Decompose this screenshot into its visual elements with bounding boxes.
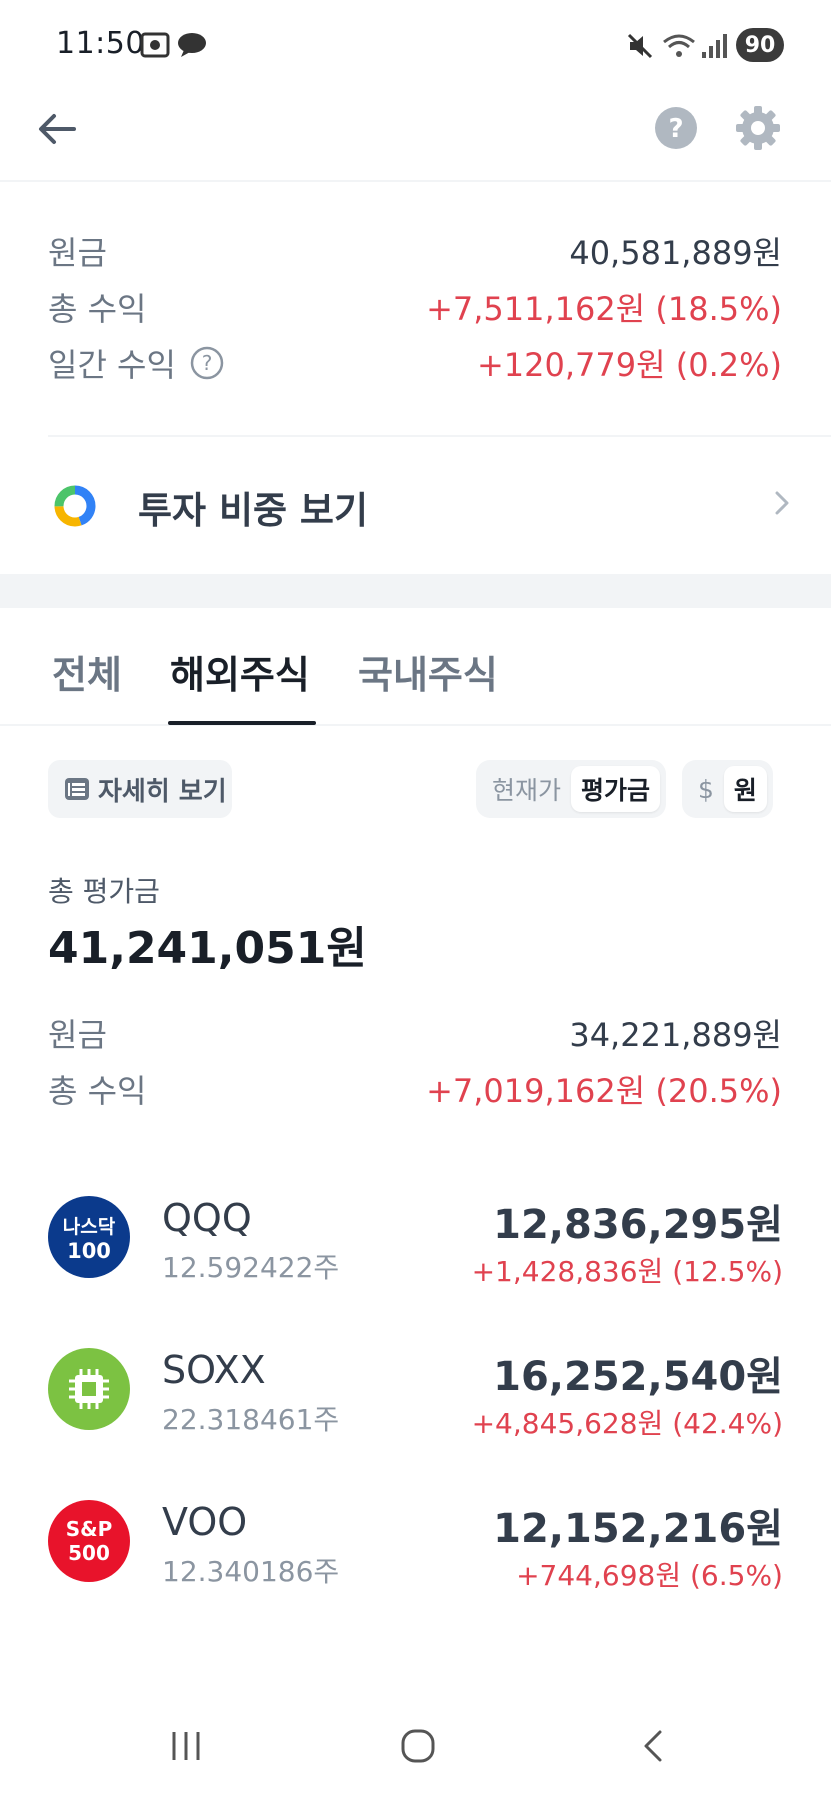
- app-header: ?: [0, 90, 831, 180]
- holding-row-qqq[interactable]: 나스닥 100 QQQ 12.592422주 12,836,295원 +1,42…: [0, 1186, 831, 1288]
- holding-row-voo[interactable]: S&P 500 VOO 12.340186주 12,152,216원 +744,…: [0, 1490, 831, 1592]
- logo-text-line1: S&P: [65, 1517, 113, 1541]
- chevron-right-icon: [772, 488, 792, 522]
- holding-ticker: QQQ: [162, 1196, 252, 1240]
- battery-indicator: 90: [736, 28, 784, 62]
- total-valuation-label: 총 평가금: [48, 875, 160, 908]
- principal-value: 40,581,889원: [569, 234, 782, 272]
- help-button[interactable]: ?: [654, 106, 698, 150]
- total-return-label: 총 수익: [48, 290, 147, 328]
- holding-change: +1,428,836원 (12.5%): [471, 1255, 783, 1288]
- status-bar: 11:50 90: [0, 0, 831, 90]
- header-divider: [0, 180, 831, 182]
- daily-return-row: 일간 수익 ? +120,779원 (0.2%): [48, 340, 782, 386]
- total-return-value: +7,511,162원 (18.5%): [426, 290, 782, 328]
- home-button[interactable]: [400, 1728, 436, 1768]
- svg-text:?: ?: [202, 351, 213, 375]
- chip-icon: [48, 1348, 130, 1430]
- overseas-principal-value: 34,221,889원: [569, 1016, 782, 1054]
- active-tab-indicator: [168, 721, 316, 725]
- price-toggle-valuation[interactable]: 평가금: [571, 766, 661, 812]
- status-time: 11:50: [56, 26, 145, 61]
- logo-text-line1: 나스닥: [62, 1215, 116, 1238]
- holding-row-soxx[interactable]: SOXX 22.318461주 16,252,540원 +4,845,628원 …: [0, 1338, 831, 1440]
- overseas-principal-label: 원금: [48, 1016, 107, 1054]
- svg-text:?: ?: [668, 114, 683, 144]
- daily-return-label: 일간 수익: [48, 346, 176, 384]
- view-detail-button[interactable]: 자세히 보기: [48, 760, 232, 818]
- market-tabs: 전체 해외주식 국내주식: [0, 608, 831, 726]
- overseas-principal-row: 원금 34,221,889원: [48, 1010, 782, 1056]
- overseas-return-row: 총 수익 +7,019,162원 (20.5%): [48, 1066, 782, 1112]
- logo-text-line2: 500: [68, 1541, 110, 1565]
- logo-text-line2: 100: [67, 1238, 111, 1263]
- total-return-row: 총 수익 +7,511,162원 (18.5%): [48, 284, 782, 330]
- holding-change: +4,845,628원 (42.4%): [471, 1407, 783, 1440]
- currency-toggle: $ 원: [682, 760, 773, 818]
- settings-button[interactable]: [734, 104, 782, 152]
- principal-label: 원금: [48, 234, 107, 272]
- principal-row: 원금 40,581,889원: [48, 228, 782, 274]
- investment-weight-label: 투자 비중 보기: [138, 489, 369, 532]
- price-toggle: 현재가 평가금: [476, 760, 667, 818]
- investment-weight-row[interactable]: 투자 비중 보기: [0, 470, 831, 542]
- donut-chart-icon: [52, 483, 98, 533]
- holding-amount: 16,252,540원: [493, 1354, 783, 1400]
- help-circle-icon: ?: [655, 107, 697, 149]
- nasdaq-logo-icon: 나스닥 100: [48, 1196, 130, 1278]
- sp500-logo-icon: S&P 500: [48, 1500, 130, 1582]
- screen: 11:50 90 ? 원금 40,581,889원 총 수익 +7,511,16…: [0, 0, 831, 1800]
- holding-amount: 12,152,216원: [493, 1506, 783, 1552]
- daily-return-value: +120,779원 (0.2%): [476, 346, 782, 384]
- currency-toggle-krw[interactable]: 원: [723, 766, 767, 812]
- chat-icon: [176, 32, 208, 62]
- holding-change: +744,698원 (6.5%): [516, 1559, 783, 1592]
- back-nav-button[interactable]: [636, 1728, 672, 1768]
- daily-return-help-icon[interactable]: ?: [190, 346, 224, 380]
- overseas-return-label: 총 수익: [48, 1072, 147, 1110]
- currency-toggle-usd[interactable]: $: [688, 766, 724, 812]
- gear-icon: [736, 106, 780, 150]
- back-button[interactable]: [34, 104, 84, 154]
- arrow-left-icon: [39, 114, 76, 144]
- view-detail-label: 자세히 보기: [98, 776, 227, 807]
- holding-shares: 12.592422주: [162, 1251, 340, 1284]
- list-icon: [64, 776, 90, 802]
- tab-all[interactable]: 전체: [52, 644, 122, 699]
- holding-shares: 12.340186주: [162, 1555, 340, 1588]
- total-valuation-value: 41,241,051원: [48, 923, 367, 974]
- mute-icon: [626, 32, 654, 64]
- system-navigation-bar: [0, 1700, 831, 1800]
- tab-overseas[interactable]: 해외주식: [170, 644, 310, 699]
- holding-shares: 22.318461주: [162, 1403, 340, 1436]
- screenshot-icon: [140, 32, 170, 62]
- price-toggle-current[interactable]: 현재가: [482, 766, 571, 812]
- signal-icon: [700, 32, 728, 64]
- overseas-return-value: +7,019,162원 (20.5%): [426, 1072, 782, 1110]
- wifi-icon: [662, 32, 696, 64]
- section-gap: [0, 574, 831, 608]
- recent-apps-button[interactable]: [168, 1728, 204, 1768]
- holding-ticker: VOO: [162, 1500, 248, 1544]
- tab-domestic[interactable]: 국내주식: [358, 644, 498, 699]
- holding-amount: 12,836,295원: [493, 1202, 783, 1248]
- holding-ticker: SOXX: [162, 1348, 266, 1392]
- summary-divider: [48, 435, 831, 437]
